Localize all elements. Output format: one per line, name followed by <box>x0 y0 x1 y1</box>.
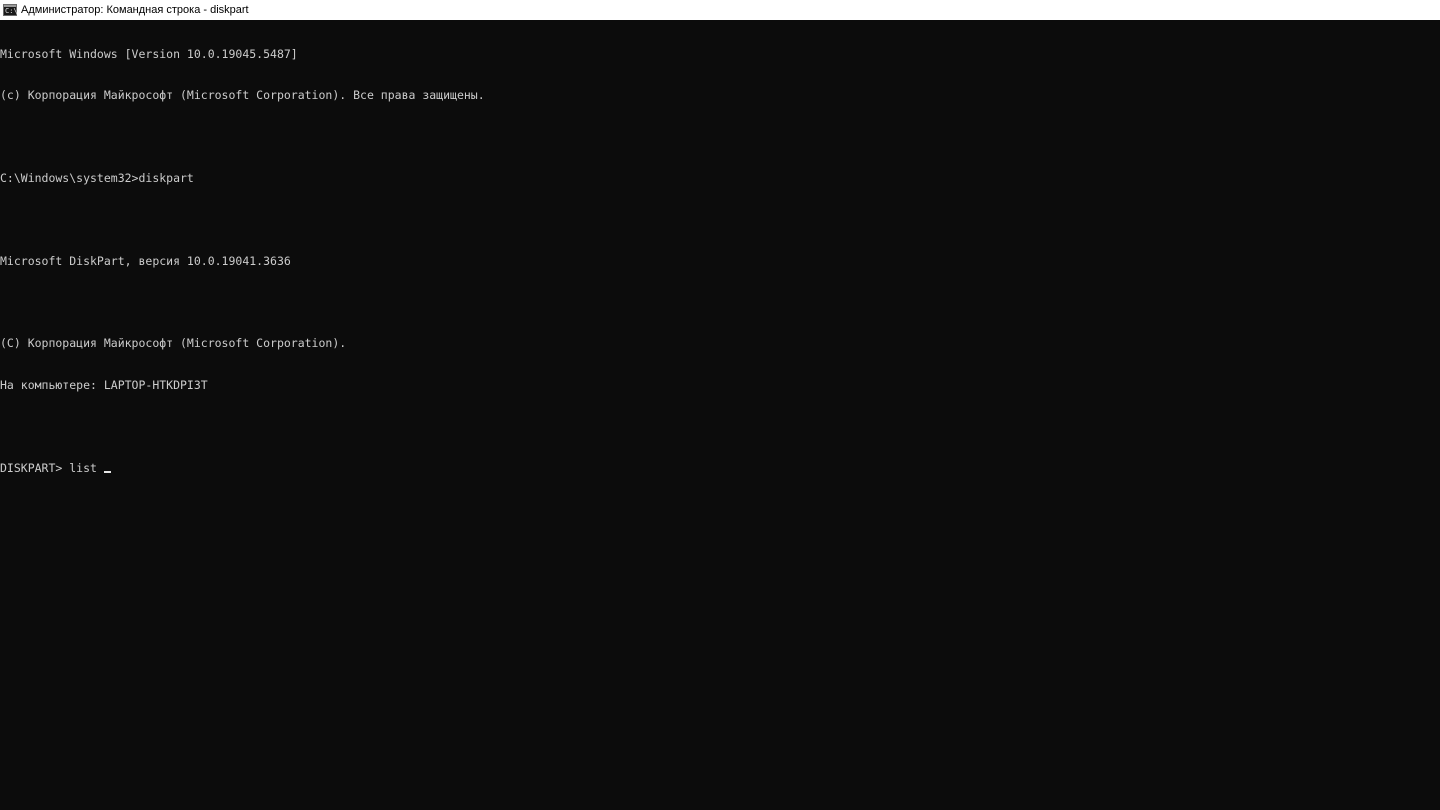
window-title: Администратор: Командная строка - diskpa… <box>21 4 249 16</box>
title-bar[interactable]: C:\ Администратор: Командная строка - di… <box>0 0 1440 20</box>
console-line: На компьютере: LAPTOP-HTKDPI3T <box>0 377 208 392</box>
console-line: C:\Windows\system32>diskpart <box>0 170 194 185</box>
command-line[interactable]: DISKPART> list <box>0 460 1440 476</box>
command-prompt-window: C:\ Администратор: Командная строка - di… <box>0 0 1440 810</box>
console-line: Microsoft Windows [Version 10.0.19045.54… <box>0 46 298 61</box>
diskpart-prompt: DISKPART> <box>0 460 70 475</box>
cmd-icon: C:\ <box>3 4 18 16</box>
command-input[interactable]: list <box>69 461 104 475</box>
text-cursor <box>103 470 111 473</box>
console-line: (c) Корпорация Майкрософт (Microsoft Cor… <box>0 87 485 102</box>
console-output[interactable]: Microsoft Windows [Version 10.0.19045.54… <box>0 20 1440 810</box>
console-line: (C) Корпорация Майкрософт (Microsoft Cor… <box>0 336 347 351</box>
console-line: Microsoft DiskPart, версия 10.0.19041.36… <box>0 253 291 268</box>
